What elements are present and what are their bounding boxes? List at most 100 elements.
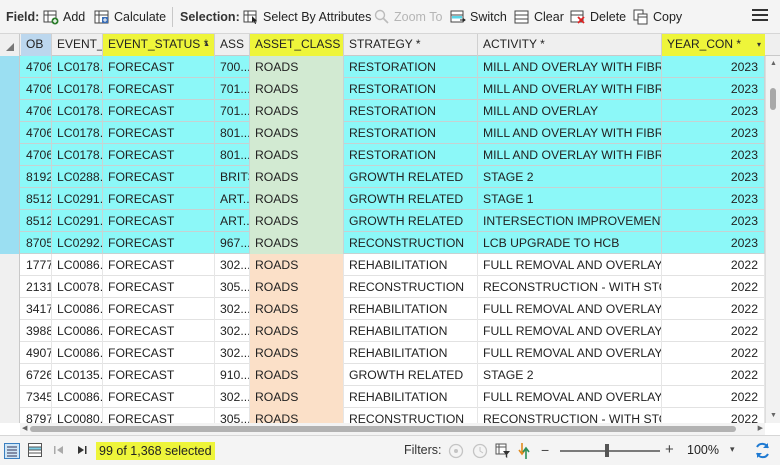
table-row[interactable]: 4706LC0178...FORECAST700...ROADSRESTORAT… [0,56,765,78]
column-header-event[interactable]: EVENT_ [52,34,103,56]
cell-asset-class[interactable]: ROADS [250,232,344,254]
cell-strategy[interactable]: GROWTH RELATED [344,364,478,386]
cell-event-status[interactable]: FORECAST [103,100,215,122]
cell-strategy[interactable]: RESTORATION [344,122,478,144]
cell-ob[interactable]: 4706 [21,100,52,122]
row-selector[interactable] [0,298,20,320]
cell-ass[interactable]: BRIT3 [215,166,250,188]
cell-ob[interactable]: 8512 [21,188,52,210]
switch-selection-button[interactable]: Switch [450,8,507,26]
cell-year-con[interactable]: 2023 [662,232,765,254]
cell-event[interactable]: LC0291... [52,210,103,232]
cell-ob[interactable]: 8512 [21,210,52,232]
scroll-left-arrow-icon[interactable]: ◀ [22,424,27,432]
cell-year-con[interactable]: 2023 [662,122,765,144]
cell-activity[interactable]: FULL REMOVAL AND OVERLAY [478,320,662,342]
table-row[interactable]: 8192LC0288...FORECASTBRIT3ROADSGROWTH RE… [0,166,765,188]
cell-asset-class[interactable]: ROADS [250,364,344,386]
cell-activity[interactable]: LCB UPGRADE TO HCB [478,232,662,254]
table-row[interactable]: 6726LC0135...FORECAST910...ROADSGROWTH R… [0,364,765,386]
cell-activity[interactable]: FULL REMOVAL AND OVERLAY [478,386,662,408]
cell-strategy[interactable]: GROWTH RELATED [344,188,478,210]
cell-event[interactable]: LC0288... [52,166,103,188]
cell-strategy[interactable]: REHABILITATION [344,320,478,342]
column-header-ass[interactable]: ASS [215,34,250,56]
cell-year-con[interactable]: 2022 [662,408,765,423]
cell-year-con[interactable]: 2022 [662,254,765,276]
table-row[interactable]: 4907LC0086...FORECAST302...ROADSREHABILI… [0,342,765,364]
scroll-up-arrow-icon[interactable]: ▲ [770,60,777,67]
cell-event-status[interactable]: FORECAST [103,188,215,210]
cell-activity[interactable]: RECONSTRUCTION - WITH STORM [478,276,662,298]
cell-ass[interactable]: 910... [215,364,250,386]
cell-activity[interactable]: FULL REMOVAL AND OVERLAY [478,298,662,320]
zoom-level-chevron-down-icon[interactable]: ▾ [730,444,735,455]
cell-strategy[interactable]: REHABILITATION [344,254,478,276]
table-row[interactable]: 4706LC0178...FORECAST701...ROADSRESTORAT… [0,100,765,122]
cell-asset-class[interactable]: ROADS [250,166,344,188]
cell-asset-class[interactable]: ROADS [250,78,344,100]
first-record-icon[interactable] [54,445,64,455]
row-selector[interactable] [0,342,20,364]
hamburger-menu-icon[interactable] [752,9,768,23]
cell-ass[interactable]: 302... [215,320,250,342]
cell-strategy[interactable]: REHABILITATION [344,386,478,408]
row-selector[interactable] [0,232,20,254]
cell-asset-class[interactable]: ROADS [250,408,344,423]
time-filter-icon[interactable] [472,443,488,459]
cell-year-con[interactable]: 2022 [662,364,765,386]
cell-event-status[interactable]: FORECAST [103,320,215,342]
add-field-button[interactable]: Add [43,8,85,26]
cell-ass[interactable]: 700... [215,56,250,78]
cell-ob[interactable]: 4907 [21,342,52,364]
row-selector[interactable] [0,122,20,144]
table-row[interactable]: 7345LC0086...FORECAST302...ROADSREHABILI… [0,386,765,408]
show-selected-records-icon[interactable] [28,443,42,457]
cell-event-status[interactable]: FORECAST [103,386,215,408]
cell-event-status[interactable]: FORECAST [103,232,215,254]
cell-ob[interactable]: 1777 [21,254,52,276]
column-header-event-status[interactable]: EVENT_STATUS * ▲ [103,34,215,56]
row-selector[interactable] [0,210,20,232]
row-selector[interactable] [0,408,20,423]
cell-activity[interactable]: MILL AND OVERLAY WITH FIBRE [478,56,662,78]
cell-year-con[interactable]: 2023 [662,56,765,78]
cell-event-status[interactable]: FORECAST [103,78,215,100]
cell-event-status[interactable]: FORECAST [103,408,215,423]
cell-ass[interactable]: 305... [215,276,250,298]
cell-event[interactable]: LC0086... [52,386,103,408]
select-all-corner[interactable] [0,34,20,56]
copy-selection-button[interactable]: Copy [633,8,682,26]
cell-asset-class[interactable]: ROADS [250,188,344,210]
table-row[interactable]: 4706LC0178...FORECAST701...ROADSRESTORAT… [0,78,765,100]
cell-event-status[interactable]: FORECAST [103,210,215,232]
row-selector[interactable] [0,78,20,100]
cell-ass[interactable]: 701... [215,100,250,122]
cell-ass[interactable]: ART... [215,188,250,210]
row-selector[interactable] [0,276,20,298]
cell-event-status[interactable]: FORECAST [103,342,215,364]
cell-strategy[interactable]: REHABILITATION [344,298,478,320]
horizontal-scrollbar[interactable]: ◀ ▶ [20,423,765,435]
row-selector[interactable] [0,364,20,386]
cell-ob[interactable]: 7345 [21,386,52,408]
cell-asset-class[interactable]: ROADS [250,56,344,78]
cell-ob[interactable]: 4706 [21,144,52,166]
cell-year-con[interactable]: 2023 [662,166,765,188]
table-row[interactable]: 4706LC0178...FORECAST801...ROADSRESTORAT… [0,122,765,144]
cell-event[interactable]: LC0086... [52,298,103,320]
row-selector[interactable] [0,56,20,78]
cell-strategy[interactable]: RESTORATION [344,56,478,78]
cell-activity[interactable]: STAGE 1 [478,188,662,210]
cell-ass[interactable]: 801... [215,144,250,166]
cell-event[interactable]: LC0080... [52,408,103,423]
cell-event[interactable]: LC0135... [52,364,103,386]
delete-selection-button[interactable]: Delete [570,8,626,26]
cell-ob[interactable]: 3988 [21,320,52,342]
calculate-button[interactable]: Calculate [94,8,166,26]
cell-event-status[interactable]: FORECAST [103,254,215,276]
zoom-to-button[interactable]: Zoom To [374,8,442,26]
table-row[interactable]: 2131LC0078...FORECAST305...ROADSRECONSTR… [0,276,765,298]
cell-strategy[interactable]: REHABILITATION [344,342,478,364]
cell-year-con[interactable]: 2023 [662,210,765,232]
